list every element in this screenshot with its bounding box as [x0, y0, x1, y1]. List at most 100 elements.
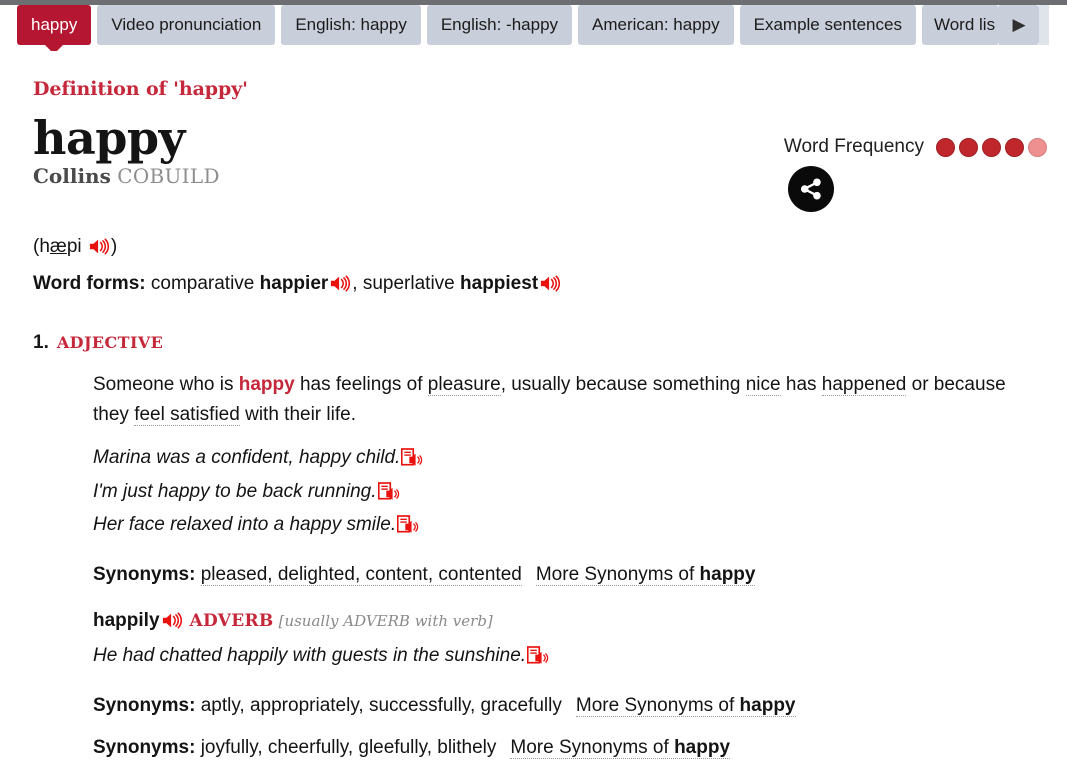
example-text: Her face relaxed into a happy smile. — [93, 514, 397, 536]
tab-video-pronunciation[interactable]: Video pronunciation — [97, 5, 276, 45]
run-on-word: happily — [93, 610, 160, 632]
tab-english-suffix-happy[interactable]: English: -happy — [426, 5, 573, 45]
frequency-dot-1 — [936, 137, 955, 157]
audio-speaker-icon-superlative[interactable] — [540, 275, 561, 298]
def-part-2: has feelings of — [294, 374, 428, 396]
def-part-1: Someone who is — [93, 374, 239, 396]
more-synonyms-word: happy — [739, 694, 796, 716]
tab-happy[interactable]: happy — [17, 5, 92, 51]
superlative-form: happiest — [460, 273, 539, 295]
run-on-example-text: He had chatted happily with guests in th… — [93, 645, 527, 667]
pron-rest: pi — [66, 236, 82, 258]
more-synonyms-prefix: More Synonyms of — [510, 736, 675, 758]
audio-speaker-icon[interactable] — [89, 238, 109, 261]
synonyms-row-1: Synonyms: pleased, delighted, content, c… — [93, 564, 1034, 587]
tab-label: Video pronunciation — [111, 15, 262, 34]
pron-stressed-vowel: æ — [49, 236, 67, 258]
more-synonyms-prefix: More Synonyms of — [535, 564, 700, 586]
chevron-right-icon: ▶ — [1012, 15, 1026, 34]
examples-list: Marina was a confident, happy child. I'm… — [93, 443, 1034, 544]
example-audio-icon[interactable] — [401, 447, 425, 477]
word-forms-label: Word forms: — [33, 273, 146, 295]
more-synonyms-word: happy — [674, 736, 731, 758]
example-sentence: Her face relaxed into a happy smile. — [93, 510, 1034, 544]
tab-label: English: -happy — [440, 15, 559, 34]
brand-collins: Collins — [33, 164, 111, 189]
run-on-audio-icon[interactable] — [162, 612, 182, 635]
def-link-feel-satisfied[interactable]: feel satisfied — [134, 403, 240, 426]
run-on-example: He had chatted happily with guests in th… — [93, 641, 1034, 675]
more-synonyms-link[interactable]: More Synonyms of happy — [535, 564, 756, 587]
tab-label: happy — [31, 15, 78, 34]
run-on-example-audio-icon[interactable] — [526, 645, 551, 675]
comparative-label: comparative — [150, 273, 255, 295]
run-on-grammar-note: [usually ADVERB with verb] — [278, 612, 493, 631]
frequency-dot-5 — [1028, 137, 1047, 157]
more-synonyms-link[interactable]: More Synonyms of happy — [510, 736, 731, 759]
word-forms-separator: , — [352, 273, 358, 295]
part-of-speech: ADJECTIVE — [56, 333, 164, 353]
synonyms-row-2: Synonyms: aptly, appropriately, successf… — [93, 694, 1034, 717]
tab-american-happy[interactable]: American: happy — [578, 5, 734, 45]
sense-block-1: 1. ADJECTIVE Someone who is happy has fee… — [33, 332, 1034, 759]
sense-body: Someone who is happy has feelings of ple… — [93, 370, 1034, 759]
share-icon — [800, 178, 821, 200]
tab-bar-edge — [1039, 5, 1050, 45]
synonyms-words[interactable]: aptly, appropriately, successfully, grac… — [201, 695, 562, 716]
more-synonyms-word: happy — [699, 564, 756, 586]
synonyms-label: Synonyms: — [93, 564, 196, 586]
example-text: Marina was a confident, happy child. — [93, 447, 401, 469]
frequency-dot-2 — [959, 137, 978, 157]
run-on-header: happily ADVERB [usually ADVERB with verb] — [93, 610, 1034, 635]
def-part-4: has — [780, 374, 822, 396]
word-frequency-label: Word Frequency — [783, 136, 924, 157]
run-on-block: happily ADVERB [usually ADVERB with verb]… — [93, 610, 1034, 675]
example-audio-icon[interactable] — [397, 514, 421, 544]
run-on-part-of-speech: ADVERB — [189, 611, 274, 632]
tab-label: English: happy — [295, 15, 407, 34]
def-part-3: , usually because something — [500, 374, 746, 396]
tab-bar: happy Video pronunciation English: happy… — [0, 5, 1067, 51]
sense-number: 1. — [33, 332, 49, 354]
frequency-dot-3 — [982, 137, 1001, 157]
sense-header: 1. ADJECTIVE — [33, 332, 1034, 354]
more-synonyms-prefix: More Synonyms of — [575, 694, 740, 716]
tab-next-arrow-icon[interactable]: ▶ — [999, 5, 1040, 45]
example-audio-icon[interactable] — [377, 481, 402, 511]
def-part-6: with their life. — [239, 403, 356, 425]
def-link-happened[interactable]: happened — [821, 374, 907, 397]
share-button[interactable] — [787, 166, 834, 212]
def-highlight-word: happy — [238, 374, 295, 396]
comparative-form: happier — [259, 273, 329, 295]
synonyms-label: Synonyms: — [93, 694, 196, 716]
def-link-pleasure[interactable]: pleasure — [427, 374, 501, 397]
tab-english-happy[interactable]: English: happy — [281, 5, 421, 45]
main-content: Word Frequency Definition of 'happy' hap… — [0, 51, 1067, 759]
example-text: I'm just happy to be back running. — [93, 480, 377, 502]
tab-word-lists[interactable]: Word lis — [921, 5, 1000, 45]
pron-close: ) — [110, 236, 118, 258]
definition-text: Someone who is happy has feelings of ple… — [93, 370, 1013, 429]
word-frequency-row: Word Frequency — [784, 136, 1047, 158]
audio-speaker-icon-comparative[interactable] — [330, 275, 351, 298]
word-frequency-block: Word Frequency — [784, 136, 1047, 212]
synonyms-row-3: Synonyms: joyfully, cheerfully, gleefull… — [93, 736, 1034, 759]
example-sentence: Marina was a confident, happy child. — [93, 443, 1034, 477]
frequency-dot-4 — [1005, 137, 1024, 157]
tab-label: Example sentences — [753, 15, 902, 34]
brand-cobuild: COBUILD — [117, 164, 220, 189]
word-forms-line: Word forms: comparative happier , superl… — [33, 273, 1034, 298]
more-synonyms-link[interactable]: More Synonyms of happy — [575, 694, 796, 717]
superlative-label: superlative — [362, 273, 455, 295]
tab-label: American: happy — [592, 15, 720, 34]
synonyms-label: Synonyms: — [93, 736, 196, 758]
page-title: Definition of 'happy' — [33, 78, 248, 100]
pron-open: (h — [33, 236, 50, 258]
pronunciation-line: (hæpi ) — [33, 236, 1034, 261]
example-sentence: I'm just happy to be back running. — [93, 477, 1034, 511]
tab-label: Word lis — [933, 15, 996, 34]
synonyms-words[interactable]: joyfully, cheerfully, gleefully, blithel… — [201, 737, 497, 758]
tab-example-sentences[interactable]: Example sentences — [739, 5, 916, 45]
def-link-nice[interactable]: nice — [745, 374, 781, 397]
synonyms-words[interactable]: pleased, delighted, content, contented — [200, 564, 522, 587]
